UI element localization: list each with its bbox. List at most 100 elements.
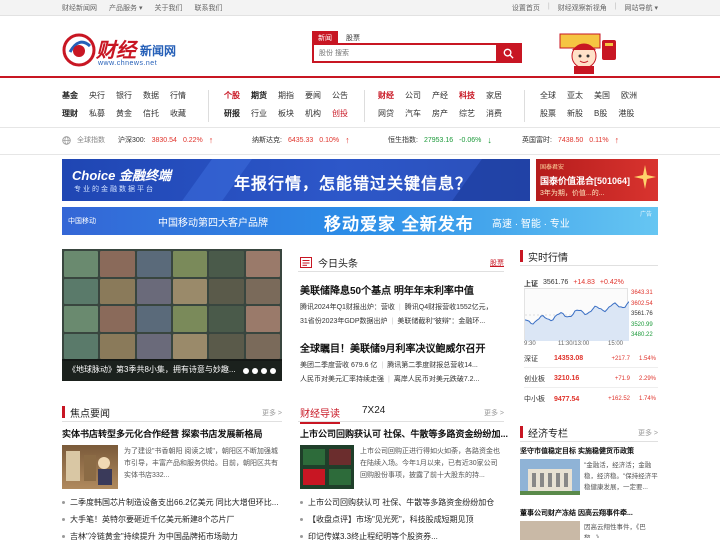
sub-link[interactable]: 美联储截利"彼辩"：金融环... (397, 318, 485, 325)
nav-item[interactable]: 行业 (251, 108, 267, 126)
building-image (520, 469, 580, 495)
slider-dot[interactable] (261, 368, 267, 374)
nav-item[interactable]: 信托 (143, 108, 159, 126)
market-change: +162.52 (608, 396, 630, 402)
guide-list-item[interactable]: 上市公司回购获认可 社保、牛散等多路资金纷纷加仓 (300, 497, 494, 508)
topbar-link-products[interactable]: 产品服务 ▾ (109, 3, 142, 13)
nav-item[interactable]: 汽车 (405, 108, 421, 126)
nav-item[interactable]: 黄金 (116, 108, 132, 126)
index-item[interactable]: 纳斯达克: 6435.33 0.10% ↑ (252, 135, 350, 145)
nav-item[interactable]: 研报 (224, 108, 240, 126)
sub-link[interactable]: 美团二季度营收 679.6 亿 (300, 362, 377, 369)
column-more-link[interactable]: 更多 > (638, 428, 658, 438)
guide-list-item[interactable]: 印记传媒3.3终止程纪明等个股资券... (300, 531, 438, 540)
mascot-icon (559, 33, 616, 74)
nav-item[interactable]: 亚太 (567, 90, 583, 108)
headline-1[interactable]: 美联储降息50个基点 明年年末利率中值 (300, 282, 474, 297)
nav-item[interactable]: 个股 (224, 90, 240, 108)
slider-dot[interactable] (243, 368, 249, 374)
topbar-link-home[interactable]: 财经新闻网 (62, 3, 97, 13)
slider-dots (243, 368, 276, 374)
tab-7x24[interactable]: 7X24 (362, 405, 385, 416)
hero-slider[interactable]: 《地球脉动》第3季共8小集，拥有诗意与妙趣... (62, 249, 282, 381)
market-row[interactable]: 深证 14353.08 +217.7 1.54% (524, 350, 658, 368)
guide-more-link[interactable]: 更多 > (484, 408, 504, 418)
nav-item[interactable]: 基金 (62, 90, 78, 108)
focus-list-item[interactable]: 二季度韩国芯片制造设备支出66.2亿美元 同比大增但环比... (62, 497, 278, 508)
headline-2[interactable]: 全球瞩目！美联储9月利率决议鲍威尔召开 (300, 340, 486, 355)
nav-item[interactable]: 私募 (89, 108, 105, 126)
column-item-headline[interactable]: 坚守市值稳定目标 实施稳健货币政策 (520, 446, 634, 456)
nav-item[interactable]: 家居 (486, 90, 502, 108)
market-value: 14353.08 (554, 355, 584, 362)
market-row[interactable]: 中小板 9477.54 +162.52 1.74% (524, 390, 658, 408)
nav-item[interactable]: 要闻 (305, 90, 321, 108)
guide-thumbnail[interactable] (300, 445, 354, 489)
nav-item[interactable]: 公司 (405, 90, 421, 108)
nav-item[interactable]: 数据 (143, 90, 159, 108)
site-logo[interactable]: 财经 新闻网 www.chnews.net (62, 32, 192, 72)
sub-link[interactable]: 31省份2023年GDP数据出炉 (300, 318, 388, 325)
index-item[interactable]: 英国富时: 7438.50 0.11% ↑ (522, 135, 619, 145)
nav-item[interactable]: 机构 (305, 108, 321, 126)
nav-item[interactable]: 全球 (540, 90, 556, 108)
nav-item[interactable]: 期指 (278, 90, 294, 108)
sub-link[interactable]: 腾讯2024年Q1财报出炉：营收 (300, 304, 395, 311)
topbar-link-slogan[interactable]: 财经观察新视角 (558, 3, 607, 13)
nav-item[interactable]: 新股 (567, 108, 583, 126)
nav-item[interactable]: 银行 (116, 90, 132, 108)
market-row[interactable]: 创业板 3210.16 +71.9 2.29% (524, 370, 658, 388)
nav-item[interactable]: 板块 (278, 108, 294, 126)
column-thumbnail[interactable] (520, 521, 580, 540)
column-item-headline[interactable]: 董事公司财产冻结 因高云翔事件牵... (520, 508, 633, 518)
nav-item[interactable]: 美国 (594, 90, 610, 108)
nav-item[interactable]: 央行 (89, 90, 105, 108)
focus-lead-headline[interactable]: 实体书店转型多元化合作经营 探索书店发展新格局 (62, 427, 263, 440)
ad-banner-mobile[interactable]: 中国移动 中国移动第四大客户品牌 移动爱家 全新发布 高速 · 智能 · 专业 … (62, 207, 658, 235)
nav-item[interactable]: 理财 (62, 108, 78, 126)
nav-item[interactable]: 期货 (251, 90, 267, 108)
search-button[interactable] (496, 45, 520, 61)
sub-link[interactable]: 腾讯Q4财报营收1552亿元， (405, 304, 493, 311)
slider-dot[interactable] (270, 368, 276, 374)
topbar-link-contact[interactable]: 联系我们 (194, 3, 222, 13)
ad-banner-choice[interactable]: Choice 金融终端 专业的金融数据平台 年报行情，怎能错过关键信息？ (62, 159, 530, 201)
column-thumbnail[interactable] (520, 459, 580, 495)
focus-more-link[interactable]: 更多 > (262, 408, 282, 418)
focus-list-item[interactable]: 吉林"冷链黄金"持续提升 为中国品牌拓市场助力 (62, 531, 238, 540)
guide-list-item[interactable]: 【收盘点评】市场"见光死"，科技股成短期见顶 (300, 514, 474, 525)
nav-item[interactable]: 港股 (618, 108, 634, 126)
ad-banner-guotai[interactable]: 国泰君安 国泰价值混合[501064] 3年为期，价值...的... (536, 159, 658, 201)
nav-item[interactable]: B股 (594, 108, 607, 126)
nav-item[interactable]: 综艺 (459, 108, 475, 126)
index-item[interactable]: 沪深300: 3830.54 0.22% ↑ (118, 135, 213, 145)
sub-link[interactable]: 腾讯第二季度财报总营收14... (387, 362, 478, 369)
nav-item[interactable]: 欧洲 (621, 90, 637, 108)
nav-item[interactable]: 股票 (540, 108, 556, 126)
nav-item[interactable]: 房产 (432, 108, 448, 126)
topbar-link-site-nav[interactable]: 网站导航 ▾ (625, 3, 658, 13)
tab-finance-guide[interactable]: 财经导读 (300, 405, 340, 424)
topbar-link-about[interactable]: 关于我们 (154, 3, 182, 13)
nav-item[interactable]: 收藏 (170, 108, 186, 126)
nav-item[interactable]: 消费 (486, 108, 502, 126)
nav-item[interactable]: 创投 (332, 108, 348, 126)
nav-item[interactable]: 财经 (378, 90, 394, 108)
index-item[interactable]: 恒生指数: 27953.16 -0.06% ↓ (388, 135, 492, 145)
search-input[interactable] (314, 45, 496, 61)
nav-item[interactable]: 产经 (432, 90, 448, 108)
focus-thumbnail[interactable] (62, 445, 118, 489)
focus-list-item[interactable]: 大手笔！英特尔要砸近千亿美元新建8个芯片厂 (62, 514, 234, 525)
slider-dot[interactable] (252, 368, 258, 374)
guide-lead-headline[interactable]: 上市公司回购获认可 社保、牛散等多路资金纷纷加... (300, 427, 508, 440)
topbar-link-set-home[interactable]: 设置首页 (512, 3, 540, 13)
market-name: 深证 (524, 355, 538, 363)
nav-item[interactable]: 行情 (170, 90, 186, 108)
sub-link[interactable]: 人民币对美元汇率持续走强 (300, 376, 384, 383)
intraday-chart[interactable] (524, 288, 630, 341)
nav-item[interactable]: 科技 (459, 90, 475, 108)
sub-link[interactable]: 离岸人民币对美元跌破7.2... (394, 376, 480, 383)
nav-item[interactable]: 网贷 (378, 108, 394, 126)
today-more-link[interactable]: 股票 (490, 258, 504, 268)
nav-item[interactable]: 公告 (332, 90, 348, 108)
